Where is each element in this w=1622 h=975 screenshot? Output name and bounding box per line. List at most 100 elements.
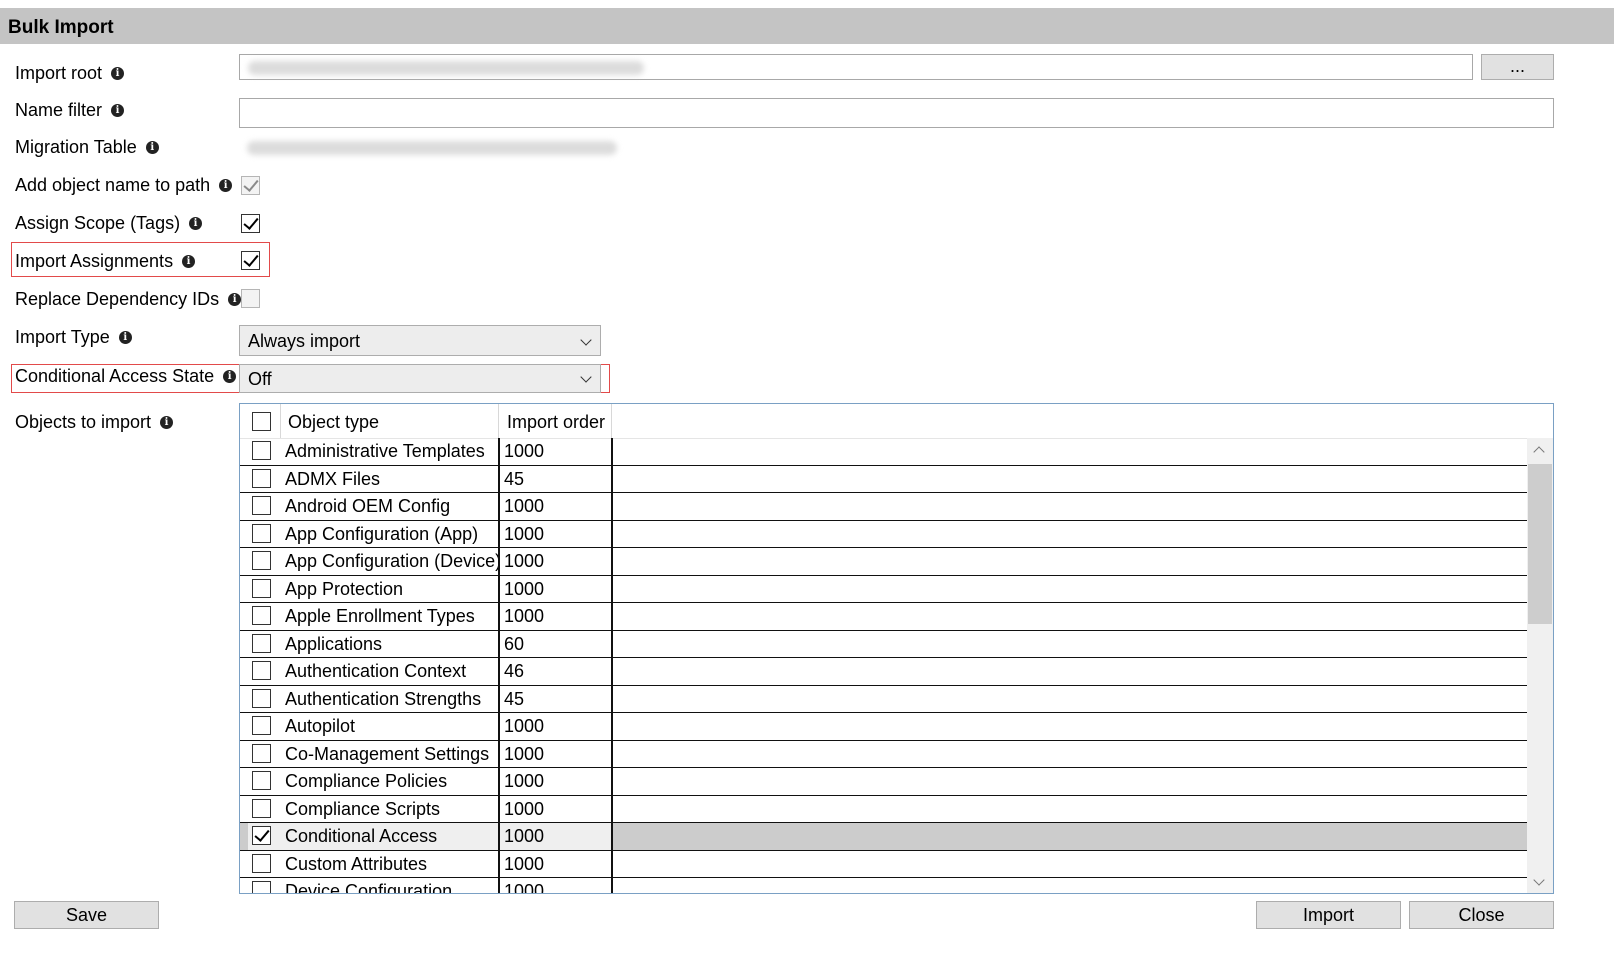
object-type-cell: Authentication Context [285, 661, 467, 681]
import-order-cell[interactable]: 1000 [504, 881, 544, 893]
row-checkbox[interactable] [252, 826, 271, 845]
add-object-name-checkbox[interactable] [241, 176, 260, 195]
row-checkbox[interactable] [252, 716, 271, 735]
info-icon[interactable]: i [182, 255, 196, 268]
table-row[interactable]: App Protection 1000 [240, 576, 1527, 603]
import-root-input[interactable] [239, 54, 1473, 80]
name-filter-label: Name filter i [15, 100, 125, 121]
col-header-import-order[interactable]: Import order [507, 412, 605, 433]
info-icon[interactable]: i [111, 67, 125, 80]
row-checkbox[interactable] [252, 881, 271, 893]
row-checkbox[interactable] [252, 743, 271, 763]
info-icon[interactable]: i [189, 217, 203, 230]
import-order-cell[interactable]: 1000 [504, 579, 544, 600]
row-checkbox[interactable] [252, 853, 271, 873]
import-type-select[interactable]: Always import [239, 325, 601, 356]
table-row[interactable]: Device Configuration 1000 [240, 878, 1527, 894]
import-order-cell[interactable]: 1000 [504, 716, 544, 737]
objects-label: Objects to import i [15, 412, 174, 433]
scrollbar-thumb[interactable] [1528, 464, 1552, 624]
grid-rows: Administrative Templates 1000 ADMX Files 45… [240, 438, 1527, 894]
table-row[interactable]: Compliance Scripts 1000 [240, 796, 1527, 823]
import-assignments-checkbox[interactable] [241, 251, 260, 270]
import-order-cell[interactable]: 1000 [504, 441, 544, 462]
import-order-cell[interactable]: 1000 [504, 551, 544, 572]
row-checkbox[interactable] [252, 606, 271, 625]
info-icon[interactable]: i [118, 331, 132, 344]
scroll-up-icon[interactable] [1533, 446, 1545, 458]
import-order-cell[interactable]: 1000 [504, 771, 544, 792]
import-order-cell[interactable]: 1000 [504, 826, 544, 847]
object-type-cell: Apple Enrollment Types [285, 606, 475, 626]
assign-scope-checkbox[interactable] [241, 214, 260, 233]
object-type-cell: Custom Attributes [285, 853, 428, 874]
import-order-cell[interactable]: 60 [504, 634, 524, 655]
vertical-scrollbar[interactable] [1527, 438, 1553, 893]
info-icon[interactable]: i [219, 179, 233, 192]
info-icon[interactable]: i [111, 104, 125, 117]
table-row[interactable]: App Configuration (App) 1000 [240, 521, 1527, 548]
import-order-cell[interactable]: 1000 [504, 744, 544, 765]
table-row[interactable]: Apple Enrollment Types 1000 [240, 603, 1527, 631]
select-all-checkbox[interactable] [252, 412, 271, 431]
object-type-cell: Device Configuration [285, 881, 453, 894]
info-icon[interactable]: i [160, 416, 174, 429]
row-checkbox[interactable] [252, 633, 271, 653]
table-row[interactable]: Compliance Policies 1000 [240, 768, 1527, 796]
row-checkbox[interactable] [252, 798, 271, 818]
col-header-object-type[interactable]: Object type [288, 412, 379, 433]
table-row[interactable]: Android OEM Config 1000 [240, 493, 1527, 521]
add-object-name-label: Add object name to path i [15, 175, 233, 196]
row-checkbox[interactable] [252, 496, 271, 515]
table-row[interactable]: Administrative Templates 1000 [240, 438, 1527, 466]
import-button[interactable]: Import [1256, 901, 1401, 929]
import-order-cell[interactable]: 1000 [504, 524, 544, 545]
name-filter-input[interactable] [239, 98, 1554, 128]
row-checkbox[interactable] [252, 771, 271, 790]
object-type-cell: App Protection [285, 578, 404, 599]
import-order-cell[interactable]: 45 [504, 469, 524, 490]
scroll-down-icon[interactable] [1533, 874, 1545, 886]
object-type-cell: Autopilot [285, 716, 356, 736]
row-checkbox[interactable] [252, 441, 271, 460]
ca-state-select[interactable]: Off [239, 364, 601, 393]
import-order-cell[interactable]: 45 [504, 689, 524, 710]
table-row[interactable]: Applications 60 [240, 631, 1527, 658]
row-checkbox[interactable] [252, 688, 271, 708]
import-order-cell[interactable]: 46 [504, 661, 524, 682]
row-checkbox[interactable] [252, 661, 271, 680]
table-row[interactable]: Conditional Access 1000 [240, 823, 1527, 851]
row-checkbox[interactable] [252, 551, 271, 570]
assign-scope-label: Assign Scope (Tags) i [15, 213, 203, 234]
import-order-cell[interactable]: 1000 [504, 606, 544, 627]
table-row[interactable]: Authentication Context 46 [240, 658, 1527, 686]
row-checkbox[interactable] [252, 523, 271, 543]
objects-grid[interactable]: Object type Import order Administrative … [239, 403, 1554, 894]
table-row[interactable]: ADMX Files 45 [240, 466, 1527, 493]
object-type-cell: Conditional Access [285, 826, 438, 846]
close-button[interactable]: Close [1409, 901, 1554, 929]
replace-dependency-checkbox[interactable] [241, 289, 260, 308]
import-order-cell[interactable]: 1000 [504, 496, 544, 517]
redacted-path [248, 61, 644, 75]
migration-table-label: Migration Table i [15, 137, 159, 158]
table-row[interactable]: Co-Management Settings 1000 [240, 741, 1527, 768]
info-icon[interactable]: i [223, 370, 237, 383]
object-type-cell: Compliance Policies [285, 771, 448, 791]
info-icon[interactable]: i [228, 293, 242, 306]
object-type-cell: Co-Management Settings [285, 743, 490, 764]
table-row[interactable]: Authentication Strengths 45 [240, 686, 1527, 713]
row-checkbox[interactable] [252, 468, 271, 488]
table-row[interactable]: Custom Attributes 1000 [240, 851, 1527, 878]
import-order-cell[interactable]: 1000 [504, 799, 544, 820]
migration-table-value [243, 138, 623, 158]
import-assignments-label: Import Assignments i [15, 251, 196, 272]
save-button[interactable]: Save [14, 901, 159, 929]
table-row[interactable]: Autopilot 1000 [240, 713, 1527, 741]
row-checkbox[interactable] [252, 578, 271, 598]
browse-button[interactable]: ... [1481, 54, 1554, 80]
info-icon[interactable]: i [145, 141, 159, 154]
import-order-cell[interactable]: 1000 [504, 854, 544, 875]
grid-header: Object type Import order [240, 404, 1527, 439]
table-row[interactable]: App Configuration (Device) 1000 [240, 548, 1527, 576]
